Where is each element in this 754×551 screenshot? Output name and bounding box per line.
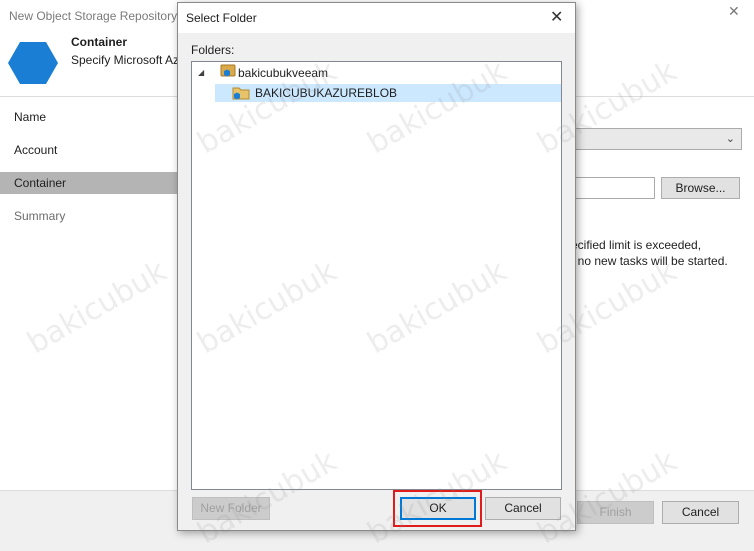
- select-folder-dialog: Select Folder ✕ Folders: ◢ bakicubukveea…: [177, 2, 576, 531]
- wizard-title: New Object Storage Repository: [9, 9, 178, 23]
- azure-container-hexagon-icon: [8, 42, 58, 84]
- collapse-triangle-icon[interactable]: ◢: [198, 68, 204, 77]
- chevron-down-icon: ⌄: [725, 133, 735, 145]
- header-subtitle: Specify Microsoft Az: [71, 53, 177, 67]
- limit-text-line-1: ecified limit is exceeded,: [571, 238, 702, 252]
- storage-account-icon: [220, 64, 236, 77]
- wizard-close-icon[interactable]: ✕: [728, 3, 740, 20]
- dialog-close-icon[interactable]: ✕: [550, 7, 563, 27]
- folders-label: Folders:: [191, 43, 235, 57]
- dialog-titlebar: Select Folder ✕: [178, 3, 575, 33]
- wizard-cancel-button[interactable]: Cancel: [662, 501, 739, 524]
- step-container[interactable]: Container: [0, 172, 178, 194]
- step-summary: Summary: [14, 209, 66, 223]
- browse-button[interactable]: Browse...: [661, 177, 740, 199]
- dialog-title: Select Folder: [186, 11, 257, 25]
- step-name[interactable]: Name: [0, 106, 178, 128]
- step-account[interactable]: Account: [0, 139, 178, 161]
- folder-path-field[interactable]: [570, 177, 655, 199]
- header-title: Container: [71, 35, 128, 49]
